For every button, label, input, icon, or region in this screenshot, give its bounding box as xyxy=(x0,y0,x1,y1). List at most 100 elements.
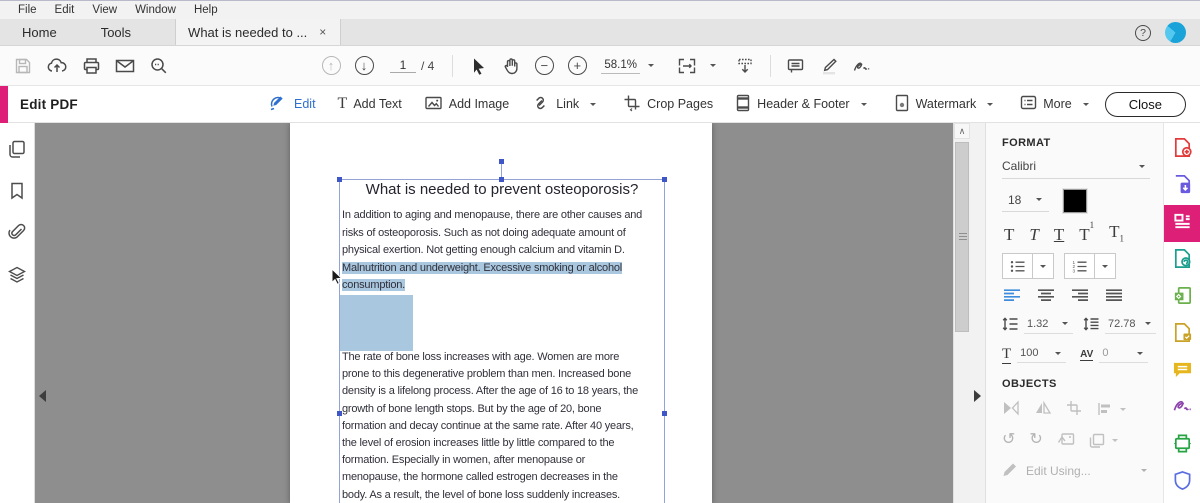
previous-page-button[interactable]: ↑ xyxy=(316,51,346,81)
more-button[interactable]: More xyxy=(1013,90,1100,118)
bullet-list-caret-icon[interactable] xyxy=(1033,254,1053,278)
save-button[interactable] xyxy=(8,51,38,81)
select-tool-button[interactable] xyxy=(463,51,493,81)
replace-image-button[interactable] xyxy=(1057,431,1075,450)
search-button[interactable] xyxy=(144,51,174,81)
font-family-select[interactable]: Calibri xyxy=(1002,159,1150,179)
tab-close-icon[interactable]: × xyxy=(317,25,328,39)
tab-home[interactable]: Home xyxy=(0,19,79,45)
rotate-ccw-button[interactable]: ↺ xyxy=(1002,432,1015,448)
bold-button[interactable]: T xyxy=(1004,226,1014,243)
attachments-icon[interactable] xyxy=(8,223,26,248)
menu-file[interactable]: File xyxy=(10,4,45,16)
paragraph-spacing-select[interactable]: 72.78 xyxy=(1105,318,1156,334)
tab-tools[interactable]: Tools xyxy=(79,19,153,45)
layers-icon[interactable] xyxy=(7,265,27,290)
fit-page-button[interactable] xyxy=(672,51,702,81)
header-footer-button[interactable]: Header & Footer xyxy=(728,89,878,120)
italic-button[interactable]: T xyxy=(1029,226,1038,243)
arrange-copy-button[interactable] xyxy=(1089,433,1123,448)
close-edit-button[interactable]: Close xyxy=(1104,92,1186,117)
collapse-right-panel-icon[interactable] xyxy=(974,390,981,402)
flip-horizontal-button[interactable] xyxy=(1034,400,1052,419)
next-page-button[interactable]: ↓ xyxy=(349,51,379,81)
align-center-button[interactable] xyxy=(1038,289,1055,305)
user-avatar[interactable] xyxy=(1165,22,1186,43)
handle-mid-right[interactable] xyxy=(662,411,667,416)
menu-help[interactable]: Help xyxy=(186,4,226,16)
highlight-button[interactable] xyxy=(814,51,844,81)
zoom-level-value[interactable]: 58.1% xyxy=(601,57,640,74)
menu-view[interactable]: View xyxy=(84,4,125,16)
add-text-button[interactable]: T Add Text xyxy=(331,91,409,117)
underline-button[interactable]: T xyxy=(1054,226,1064,243)
ocr-pdf-button[interactable] xyxy=(1164,242,1200,279)
zoom-in-button[interactable]: + xyxy=(562,51,592,81)
crop-pages-button[interactable]: Crop Pages xyxy=(616,89,720,119)
compress-print-button[interactable] xyxy=(1164,427,1200,464)
save-icon xyxy=(14,57,32,75)
comment-button[interactable] xyxy=(781,51,811,81)
font-color-swatch[interactable] xyxy=(1062,188,1089,214)
help-icon[interactable]: ? xyxy=(1135,24,1151,41)
page-number-input[interactable] xyxy=(390,58,416,73)
bullet-list-button[interactable] xyxy=(1003,254,1033,279)
convert-pdf-button[interactable] xyxy=(1164,168,1200,205)
scrollbar-up-icon[interactable]: ∧ xyxy=(954,123,970,139)
hand-tool-button[interactable] xyxy=(496,51,526,81)
menu-edit[interactable]: Edit xyxy=(47,4,83,16)
font-family-caret-icon xyxy=(1139,164,1145,168)
subscript-button[interactable]: T1 xyxy=(1109,223,1124,243)
char-spacing-select[interactable]: 0 xyxy=(1099,347,1149,364)
char-scale-select[interactable]: 100 xyxy=(1017,347,1067,364)
align-objects-button[interactable] xyxy=(1097,402,1131,416)
link-button[interactable]: Link xyxy=(524,90,608,119)
scroll-mode-button[interactable] xyxy=(730,51,760,81)
collapse-left-panel-icon[interactable] xyxy=(39,390,46,402)
vertical-scrollbar[interactable]: ∧ xyxy=(953,123,970,503)
print-button[interactable] xyxy=(76,51,106,81)
plus-icon: + xyxy=(567,56,587,75)
create-pdf-button[interactable] xyxy=(1164,131,1200,168)
edit-panel-button-active[interactable] xyxy=(1163,205,1200,242)
align-left-button[interactable] xyxy=(1004,289,1021,305)
sign-panel-button[interactable] xyxy=(1164,390,1200,427)
forms-button[interactable] xyxy=(1164,316,1200,353)
align-justify-button[interactable] xyxy=(1106,289,1123,305)
flip-vertical-button[interactable] xyxy=(1002,400,1020,419)
right-collapse-strip xyxy=(970,123,985,503)
tab-document[interactable]: What is needed to ... × xyxy=(175,19,342,45)
edit-pdf-title: Edit PDF xyxy=(20,96,78,112)
cloud-upload-icon xyxy=(47,57,67,75)
align-right-button[interactable] xyxy=(1072,289,1089,305)
edit-using-select[interactable]: Edit Using... xyxy=(1002,462,1152,480)
font-size-select[interactable]: 18 xyxy=(1002,191,1050,212)
edit-mode-button[interactable]: Edit xyxy=(262,89,323,119)
fit-dropdown-caret-icon[interactable] xyxy=(709,64,716,67)
rotation-handle[interactable] xyxy=(499,159,504,164)
bookmarks-icon[interactable] xyxy=(9,181,25,206)
numbered-list-button[interactable]: 123 xyxy=(1065,254,1095,279)
numbered-list-caret-icon[interactable] xyxy=(1095,254,1115,278)
rotate-cw-button[interactable]: ↻ xyxy=(1029,432,1042,448)
email-button[interactable] xyxy=(110,51,140,81)
document-canvas[interactable]: What is needed to prevent osteoporosis? … xyxy=(35,123,985,503)
menu-window[interactable]: Window xyxy=(127,4,184,16)
superscript-button[interactable]: T1 xyxy=(1079,220,1094,243)
page-thumbnails-icon[interactable] xyxy=(7,139,27,164)
protect-pdf-button[interactable] xyxy=(1164,464,1200,501)
sign-button[interactable] xyxy=(847,51,877,81)
crop-object-button[interactable] xyxy=(1066,400,1083,419)
line-spacing-select[interactable]: 1.32 xyxy=(1024,318,1073,334)
export-office-button[interactable] xyxy=(1164,279,1200,316)
comment-panel-button[interactable] xyxy=(1164,353,1200,390)
add-image-button[interactable]: Add Image xyxy=(417,90,516,119)
share-button[interactable] xyxy=(42,51,72,81)
scrollbar-thumb[interactable] xyxy=(955,142,969,332)
watermark-label: Watermark xyxy=(915,97,977,111)
pdf-page[interactable]: What is needed to prevent osteoporosis? … xyxy=(290,123,712,503)
zoom-dropdown-caret-icon[interactable] xyxy=(647,64,654,67)
continuous-scroll-icon xyxy=(735,57,755,75)
zoom-out-button[interactable]: − xyxy=(529,51,559,81)
watermark-button[interactable]: Watermark xyxy=(887,89,1006,120)
